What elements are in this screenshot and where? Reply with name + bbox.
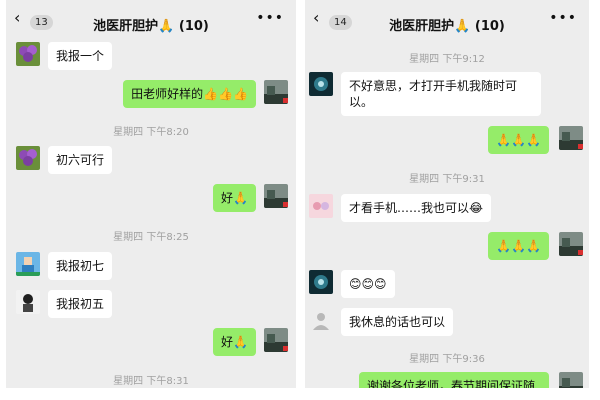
title-emoji: 🙏	[158, 19, 175, 34]
message-bubble-outgoing[interactable]: 谢谢各位老师，春节期间保证随	[359, 372, 549, 388]
self-avatar[interactable]	[559, 232, 583, 256]
message-bubble[interactable]: 我报初五	[48, 290, 113, 318]
avatar[interactable]	[309, 72, 333, 96]
timestamp: 星期四 下午8:20	[113, 127, 189, 138]
message-bubble-outgoing[interactable]: 🙏🙏🙏	[488, 126, 549, 154]
message-bubble-outgoing[interactable]: 🙏🙏🙏	[488, 232, 549, 260]
self-avatar[interactable]	[264, 184, 288, 208]
message-bubble-outgoing[interactable]: 好🙏	[213, 184, 256, 212]
more-icon[interactable]: •••	[549, 10, 577, 26]
message-bubble[interactable]: 我休息的话也可以	[341, 308, 454, 336]
message-bubble[interactable]: 初六可行	[48, 146, 113, 174]
self-avatar[interactable]	[559, 126, 583, 150]
member-count: (10)	[474, 19, 505, 34]
message-bubble[interactable]: 才看手机……我也可以😂	[341, 194, 492, 222]
group-name: 池医肝胆护	[93, 19, 159, 34]
message-bubble[interactable]: 不好意思，才打开手机我随时可以。	[341, 72, 541, 116]
group-name: 池医肝胆护	[389, 19, 455, 34]
avatar[interactable]	[309, 308, 333, 332]
message-bubble[interactable]: 我报初七	[48, 252, 113, 280]
timestamp: 星期四 下午8:25	[113, 232, 189, 243]
avatar[interactable]	[16, 146, 40, 170]
timestamp: 星期四 下午8:31	[113, 376, 189, 387]
chat-header: ‹ 13 池医肝胆护🙏 (10) •••	[6, 0, 296, 38]
avatar[interactable]	[16, 290, 40, 314]
member-count: (10)	[178, 19, 209, 34]
title-emoji: 🙏	[454, 19, 471, 34]
self-avatar[interactable]	[264, 328, 288, 352]
self-avatar[interactable]	[559, 372, 583, 388]
chat-title: 池医肝胆护🙏 (10)	[305, 15, 589, 34]
avatar[interactable]	[309, 194, 333, 218]
message-bubble[interactable]: 😊😊😊	[341, 270, 395, 298]
chat-panel-left: ‹ 13 池医肝胆护🙏 (10) ••• 我报一个 田老师好样的👍👍👍 星期四 …	[6, 0, 296, 388]
self-avatar[interactable]	[264, 80, 288, 104]
timestamp: 星期四 下午9:36	[409, 354, 485, 365]
timestamp: 星期四 下午9:12	[409, 54, 485, 65]
chat-header: ‹ 14 池医肝胆护🙏 (10) •••	[305, 0, 589, 38]
more-icon[interactable]: •••	[256, 10, 284, 26]
timestamp: 星期四 下午9:31	[409, 174, 485, 185]
chat-panel-right: ‹ 14 池医肝胆护🙏 (10) ••• 星期四 下午9:12 不好意思，才打开…	[305, 0, 589, 388]
message-bubble-outgoing[interactable]: 田老师好样的👍👍👍	[123, 80, 256, 108]
message-bubble[interactable]: 我报一个	[48, 42, 113, 70]
avatar[interactable]	[309, 270, 333, 294]
avatar[interactable]	[16, 42, 40, 66]
avatar[interactable]	[16, 252, 40, 276]
message-bubble-outgoing[interactable]: 好🙏	[213, 328, 256, 356]
chat-title: 池医肝胆护🙏 (10)	[6, 15, 296, 34]
